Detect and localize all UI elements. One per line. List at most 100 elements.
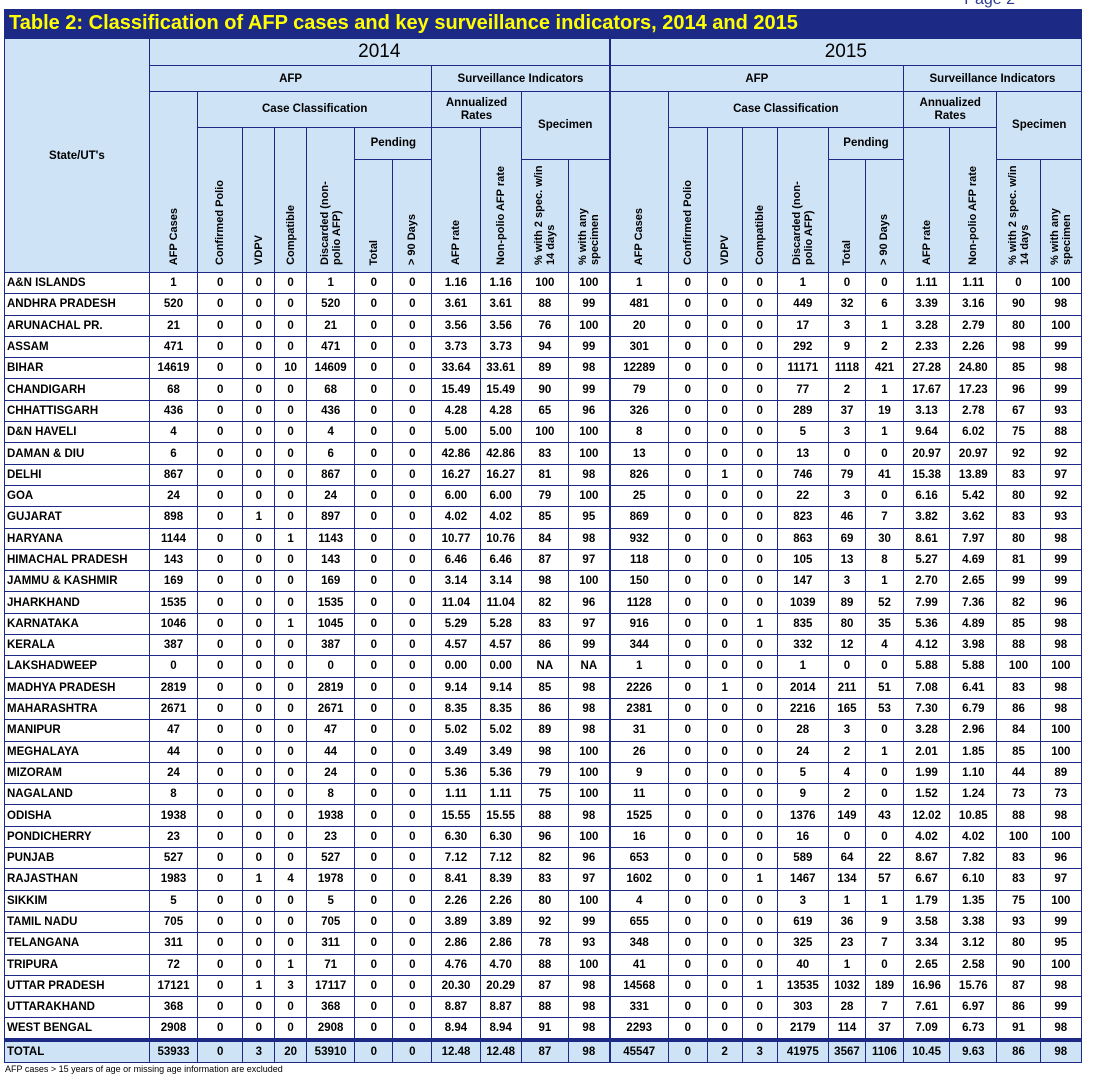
table-cell: 5.42: [949, 484, 998, 508]
table-cell: 0: [197, 293, 244, 316]
table-cell: 72: [148, 953, 199, 976]
table-cell: 24: [306, 761, 356, 785]
table-cell: 6.46: [431, 548, 481, 572]
table-cell: 0: [354, 847, 394, 870]
specimen-2015-header: Specimen: [996, 91, 1082, 160]
table-cell: 10.77: [431, 527, 481, 550]
table-cell: 2: [827, 740, 866, 763]
state-name-cell: JHARKHAND: [4, 591, 150, 614]
table-cell: 20.97: [902, 442, 951, 465]
table-cell: 0: [706, 974, 743, 998]
table-cell: 105: [776, 548, 829, 572]
table-cell: 1467: [776, 868, 829, 891]
table-cell: 2.26: [479, 889, 522, 912]
table-cell: 89: [520, 719, 569, 742]
table-cell: 653: [608, 847, 669, 870]
table-cell: 44: [306, 740, 356, 763]
table-cell: 81: [996, 548, 1041, 572]
table-cell: 91: [520, 1017, 569, 1041]
year-2015-header: 2015: [608, 38, 1082, 66]
table-cell: 100: [567, 825, 611, 849]
table-cell: 0: [741, 314, 778, 337]
table-cell: 0: [741, 548, 778, 572]
table-cell: 1106: [864, 1038, 904, 1064]
afp-rate-2015-header: AFP rate: [902, 127, 951, 273]
table-cell: 0: [197, 548, 244, 572]
table-cell: 78: [520, 932, 569, 955]
table-cell: 0: [392, 740, 433, 763]
table-cell: 0: [197, 676, 244, 699]
table-cell: 92: [1039, 442, 1083, 465]
table-row: PUNJAB 527 0 0 0 527 0 0 7.12 7.12 82 96 653 0 0 0 589 64…: [4, 847, 1083, 870]
table-cell: 301: [608, 335, 669, 359]
table-cell: 76: [520, 314, 569, 337]
table-row: MEGHALAYA 44 0 0 0 44 0 0 3.49 3.49 98 100 26 0 0 0 24 2 1…: [4, 740, 1083, 763]
table-cell: 0: [706, 335, 743, 359]
table-cell: 1.11: [431, 783, 481, 806]
table-cell: 9.64: [902, 421, 951, 444]
state-name-cell: MIZORAM: [4, 761, 150, 785]
surveillance-2014-header: Surveillance Indicators: [431, 65, 611, 92]
table-cell: 0: [706, 719, 743, 742]
state-name-cell: NAGALAND: [4, 783, 150, 806]
table-cell: 7.82: [949, 847, 998, 870]
table-cell: 0: [706, 314, 743, 337]
table-cell: 93: [1039, 399, 1083, 423]
state-name-cell: ANDHRA PRADESH: [4, 293, 150, 316]
table-cell: 22: [776, 484, 829, 508]
table-cell: 0: [354, 1017, 394, 1041]
table-cell: 0: [706, 932, 743, 955]
table-cell: 0: [667, 442, 708, 465]
table-cell: 0: [864, 953, 904, 976]
table-cell: 25: [608, 484, 669, 508]
table-cell: 99: [1039, 996, 1083, 1019]
table-cell: 13: [608, 442, 669, 465]
table-cell: 9: [776, 783, 829, 806]
table-cell: 100: [1039, 825, 1083, 849]
table-cell: 0: [392, 932, 433, 955]
table-cell: 0: [667, 421, 708, 444]
state-name-cell: DAMAN & DIU: [4, 442, 150, 465]
table-cell: 436: [306, 399, 356, 423]
table-cell: 0: [354, 378, 394, 401]
table-cell: 0: [706, 357, 743, 380]
table-cell: 0: [741, 570, 778, 593]
table-cell: 0: [354, 591, 394, 614]
state-name-cell: LAKSHADWEEP: [4, 655, 150, 678]
table-cell: 0: [354, 293, 394, 316]
table-cell: 0: [667, 932, 708, 955]
table-cell: 0: [827, 825, 866, 849]
table-cell: 73: [1039, 783, 1083, 806]
table-cell: 0: [197, 314, 244, 337]
table-cell: 0: [197, 421, 244, 444]
table-cell: 0: [392, 847, 433, 870]
table-cell: 5.88: [949, 655, 998, 678]
state-name-cell: ODISHA: [4, 804, 150, 827]
table-cell: 6.97: [949, 996, 998, 1019]
table-cell: 2: [827, 783, 866, 806]
table-cell: 53910: [306, 1038, 356, 1064]
table-cell: 100: [567, 442, 611, 465]
table-cell: 10.85: [949, 804, 998, 827]
table-cell: 0: [996, 271, 1041, 295]
table-cell: 100: [567, 314, 611, 337]
state-name-cell: WEST BENGAL: [4, 1017, 150, 1041]
table-cell: 0: [706, 655, 743, 678]
table-cell: 0: [242, 996, 276, 1019]
table-cell: 0: [392, 889, 433, 912]
table-cell: 0: [827, 655, 866, 678]
table-row: BIHAR 14619 0 0 10 14609 0 0 33.64 33.61 89 98 12289…: [4, 357, 1083, 380]
table-cell: 24: [306, 484, 356, 508]
table-cell: 0: [274, 932, 308, 955]
annualized-rates-2015-header: Annualized Rates: [902, 91, 998, 128]
table-row: A&N ISLANDS 1 0 0 0 1 0 0 1.16 1.16 100 100 1 0 0 0 1 0 0 1…: [4, 271, 1083, 295]
state-name-cell: ARUNACHAL PR.: [4, 314, 150, 337]
table-cell: 1: [864, 378, 904, 401]
table-cell: 1: [242, 974, 276, 998]
state-name-cell: ASSAM: [4, 335, 150, 359]
table-cell: 0: [197, 847, 244, 870]
table-cell: 97: [567, 612, 611, 636]
table-cell: 3.61: [479, 293, 522, 316]
table-cell: 2.58: [949, 953, 998, 976]
table-cell: 325: [776, 932, 829, 955]
